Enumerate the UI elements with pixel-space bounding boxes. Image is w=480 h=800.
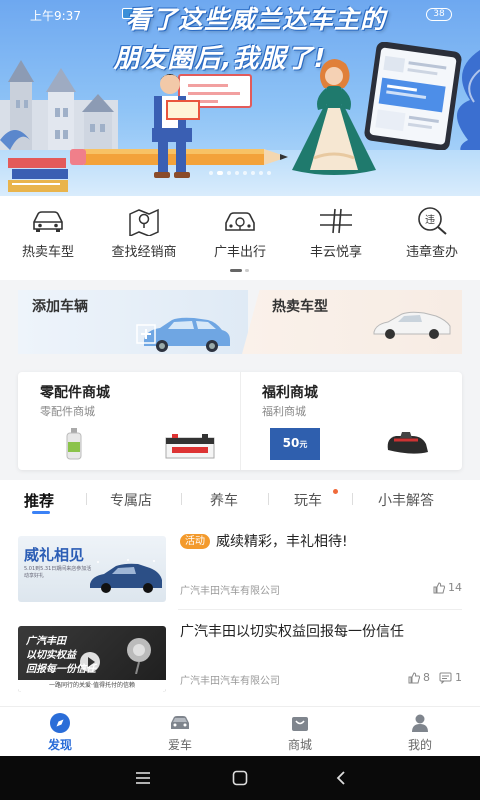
quick-item-gac-travel[interactable]: 广丰出行 [192, 206, 288, 260]
car-front-icon [0, 206, 96, 236]
active-tab-indicator [32, 511, 50, 514]
play-icon[interactable] [80, 652, 100, 672]
quick-menu: 热卖车型 查找经销商 广丰出行 丰云悦享 违 违章查办 [0, 196, 480, 280]
violation-search-icon: 违 [384, 206, 480, 236]
coupon-value: 50 [282, 436, 300, 450]
welfare-mall-title: 福利商城 [262, 385, 318, 401]
new-badge-dot [333, 489, 338, 494]
user-icon [360, 713, 480, 733]
white-car-image [373, 311, 451, 339]
nav-label: 发现 [47, 738, 72, 752]
tab-separator [181, 493, 182, 505]
sedan-image [90, 559, 162, 593]
tab-exclusive-store[interactable]: 专属店 [110, 490, 152, 510]
banner-pagination [0, 171, 480, 175]
parts-mall[interactable]: 零配件商城 零配件商城 [18, 372, 240, 470]
home-icon[interactable] [229, 767, 251, 789]
tab-separator [352, 493, 353, 505]
thumbs-up-icon[interactable] [408, 671, 420, 684]
list-item[interactable]: 广汽丰田 以切实权益 回报每一份信任 一路同行的关爱·值得托付的信赖 广汽丰田以… [0, 610, 480, 700]
quick-item-find-dealer[interactable]: 查找经销商 [96, 206, 192, 260]
reading-man-illustration [152, 74, 200, 178]
car-seat-image [387, 432, 428, 454]
thumb-title: 威礼相见 [24, 546, 85, 564]
coupon-card-image: 50元 [270, 428, 320, 460]
bottom-nav: 发现 爱车 商城 我的 [0, 706, 480, 756]
article-meta: 8 1 [408, 671, 462, 684]
tab-separator [86, 493, 87, 505]
comment-icon[interactable] [439, 672, 452, 684]
car-icon [120, 713, 240, 733]
quick-item-label: 丰云悦享 [309, 245, 362, 260]
tab-qa[interactable]: 小丰解答 [378, 490, 434, 510]
welfare-mall[interactable]: 福利商城 福利商城 50元 [240, 372, 462, 470]
system-navigation-bar [0, 756, 480, 800]
thumb-footer: 一路同行的关爱·值得托付的信赖 [18, 680, 166, 692]
article-thumbnail: 广汽丰田 以切实权益 回报每一份信任 一路同行的关爱·值得托付的信赖 [18, 626, 166, 692]
thumbs-up-icon[interactable] [433, 581, 445, 594]
thumb-line1: 广汽丰田 [26, 636, 66, 647]
tab-car-care[interactable]: 养车 [210, 490, 238, 510]
tab-recommend[interactable]: 推荐 [24, 490, 54, 511]
welfare-mall-subtitle: 福利商城 [262, 405, 306, 418]
hot-models-card[interactable]: 热卖车型 [242, 290, 462, 354]
list-item[interactable]: 威礼相见 5.01到5.31日期间来店参加活动享好礼 活动 威续精彩，丰礼相待! … [0, 520, 480, 610]
article-feed: 威礼相见 5.01到5.31日期间来店参加活动享好礼 活动 威续精彩，丰礼相待! … [0, 520, 480, 706]
lady-illustration [292, 59, 376, 175]
article-source: 广汽丰田汽车有限公司 [180, 676, 280, 687]
books-illustration [8, 158, 68, 192]
content-tabs: 推荐 专属店 养车 玩车 小丰解答 [0, 480, 480, 520]
quick-item-label: 广丰出行 [213, 245, 266, 260]
nav-label: 商城 [287, 738, 312, 752]
article-title: 活动 威续精彩，丰礼相待! [180, 532, 464, 552]
quick-item-hot-models[interactable]: 热卖车型 [0, 206, 96, 260]
flower-image [127, 638, 151, 674]
nav-label: 爱车 [167, 738, 192, 752]
quick-item-label: 查找经销商 [111, 245, 177, 260]
hot-models-title: 热卖车型 [272, 299, 328, 315]
thumb-line2: 以切实权益 [26, 650, 76, 661]
map-pin-icon [96, 206, 192, 236]
nav-discover[interactable]: 发现 [0, 713, 120, 753]
road-sign-icon [288, 206, 384, 236]
parts-mall-title: 零配件商城 [40, 385, 110, 401]
nav-mall[interactable]: 商城 [240, 713, 360, 753]
tab-car-fun[interactable]: 玩车 [294, 490, 322, 510]
back-icon[interactable] [330, 767, 352, 789]
article-title-text: 广汽丰田以切实权益回报每一份信任 [180, 624, 404, 640]
mall-card: 零配件商城 零配件商城 福利商城 福利商城 50元 [18, 372, 462, 470]
article-thumbnail: 威礼相见 5.01到5.31日期间来店参加活动享好礼 [18, 536, 166, 602]
thumb-subtitle: 5.01到5.31日期间来店参加活动享好礼 [24, 566, 92, 579]
like-count: 14 [448, 581, 462, 594]
nav-profile[interactable]: 我的 [360, 713, 480, 753]
banner-headline-line1: 看了这些威兰达车主的 [125, 5, 386, 34]
article-meta: 14 [433, 581, 462, 594]
nav-my-car[interactable]: 爱车 [120, 713, 240, 753]
menu-icon[interactable] [132, 767, 154, 789]
parts-mall-subtitle: 零配件商城 [40, 405, 95, 418]
car-battery-image [165, 434, 215, 459]
article-source: 广汽丰田汽车有限公司 [180, 586, 280, 597]
add-vehicle-title: 添加车辆 [32, 299, 88, 315]
quick-item-violation[interactable]: 违 违章查办 [384, 206, 480, 260]
quick-item-fengyun[interactable]: 丰云悦享 [288, 206, 384, 260]
quick-menu-pagination [230, 269, 252, 272]
compass-icon [0, 713, 120, 733]
comment-count: 1 [455, 671, 462, 684]
oil-bottle-image [66, 428, 82, 460]
like-count: 8 [423, 671, 430, 684]
quick-item-label: 违章查办 [405, 245, 458, 260]
add-vehicle-card[interactable]: 添加车辆 [18, 290, 248, 354]
article-title-text: 威续精彩，丰礼相待! [216, 534, 348, 550]
hero-banner[interactable]: 上午9:37 38 看了这些威兰达车主的 朋友圈后,我服了! [0, 0, 480, 196]
nav-label: 我的 [407, 738, 432, 752]
shopping-bag-icon [240, 713, 360, 733]
activity-tag: 活动 [180, 534, 210, 549]
tab-separator [268, 493, 269, 505]
plus-icon [136, 324, 156, 344]
quick-item-label: 热卖车型 [21, 245, 74, 260]
coupon-unit: 元 [299, 440, 308, 449]
car-key-icon [192, 206, 288, 236]
svg-text:违: 违 [425, 214, 435, 226]
